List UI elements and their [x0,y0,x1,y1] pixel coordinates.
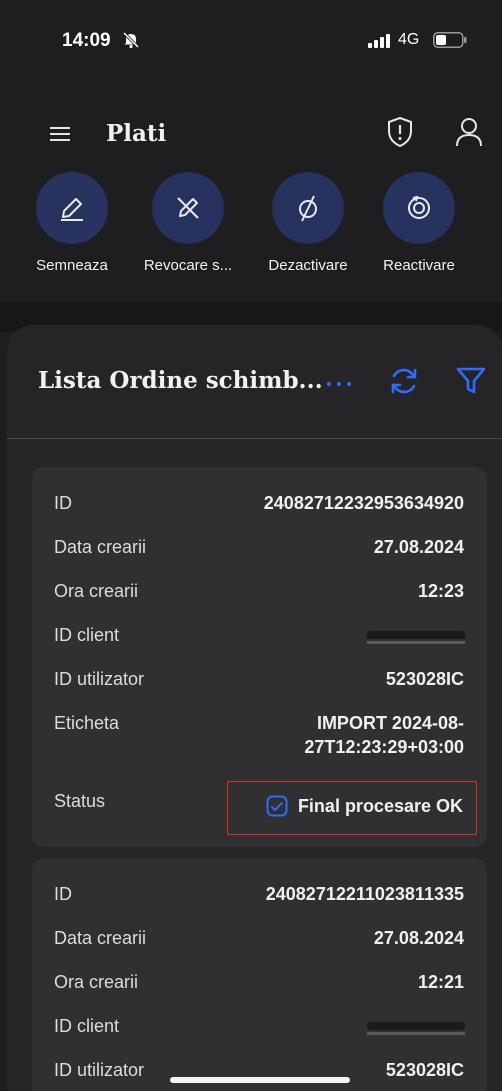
row-value: 27.08.2024 [373,928,464,948]
row-value-line2: 27T12:23:29+03:00 [304,737,464,757]
order-row-client: ID client [32,625,487,655]
battery-icon [433,32,467,48]
status-value: Final procesare OK [297,795,463,816]
row-value: 523028IC [385,669,464,689]
list-title: Lista Ordine schimb... [38,367,323,394]
order-row-time: Ora crearii 12:23 [32,581,487,611]
row-value: 24082712211023811335 [265,884,464,904]
sign-action-label: Semneaza [36,257,108,274]
network-type: 4G [398,31,420,48]
order-row-user: ID utilizator 523028IC [32,1060,487,1090]
app-header: Plati [0,100,502,170]
menu-icon[interactable] [50,125,72,143]
divider [7,438,502,439]
revoke-action[interactable]: Revocare s... [128,172,248,274]
order-card[interactable]: ID 24082712211023811335 Data crearii 27.… [32,858,487,1091]
order-row-id: ID 24082712232953634920 [32,493,487,523]
order-row-id: ID 24082712211023811335 [32,884,487,914]
page-title: Plati [106,120,167,147]
redacted-value [367,1022,465,1035]
reactivate-icon [383,172,455,244]
order-row-date: Data crearii 27.08.2024 [32,928,487,958]
shield-icon[interactable] [386,116,414,148]
order-row-time: Ora crearii 12:21 [32,972,487,1002]
status-highlight: Final procesare OK [227,781,477,835]
order-card[interactable]: ID 24082712232953634920 Data crearii 27.… [32,467,487,847]
reactivate-action[interactable]: Reactivare [359,172,479,274]
disable-action-label: Dezactivare [268,257,348,274]
bell-off-icon [122,31,140,49]
status-bar: 14:09 4G [0,0,502,80]
row-label: ID [54,493,72,513]
user-icon[interactable] [454,116,484,148]
signal-icon [368,34,390,48]
row-label: ID [54,884,72,904]
order-row-label: Eticheta IMPORT 2024-08- 27T12:23:29+03:… [32,713,487,769]
disable-icon [272,172,344,244]
disable-action[interactable]: Dezactivare [248,172,368,274]
row-value: 27.08.2024 [373,537,464,557]
sign-action[interactable]: Semneaza [12,172,132,274]
pen-icon [36,172,108,244]
revoke-action-label: Revocare s... [143,257,233,274]
row-label: Data crearii [54,928,147,948]
row-label: ID client [54,1016,120,1036]
reactivate-action-label: Reactivare [383,257,455,274]
row-label: Ora crearii [54,581,139,601]
status-time: 14:09 [62,30,111,51]
filter-icon[interactable] [455,366,487,396]
row-label: ID utilizator [54,1060,145,1080]
row-value: 12:21 [417,972,464,992]
row-label: Ora crearii [54,972,139,992]
order-row-status: Status Final procesare OK [32,781,487,835]
row-label: ID client [54,625,120,645]
row-label: Status [54,791,106,811]
row-label: ID utilizator [54,669,145,689]
row-label: Data crearii [54,537,147,557]
redacted-value [367,631,465,644]
row-value: 24082712232953634920 [263,493,464,513]
row-value: IMPORT 2024-08- [316,713,464,733]
row-label: Eticheta [54,713,120,733]
pen-cross-icon [152,172,224,244]
action-toolbar: Semneaza Revocare s... Dezactivare React… [0,172,502,302]
home-indicator[interactable] [170,1077,350,1083]
app-screen: 14:09 4G Plati Semneaza Revocare s... De… [0,0,502,1091]
order-row-date: Data crearii 27.08.2024 [32,537,487,567]
more-options-icon[interactable] [325,380,353,388]
order-row-client: ID client [32,1016,487,1046]
row-value: 523028IC [385,1060,464,1080]
row-value: 12:23 [417,581,464,601]
check-status-icon [266,795,288,817]
refresh-icon[interactable] [388,365,420,397]
order-row-user: ID utilizator 523028IC [32,669,487,699]
